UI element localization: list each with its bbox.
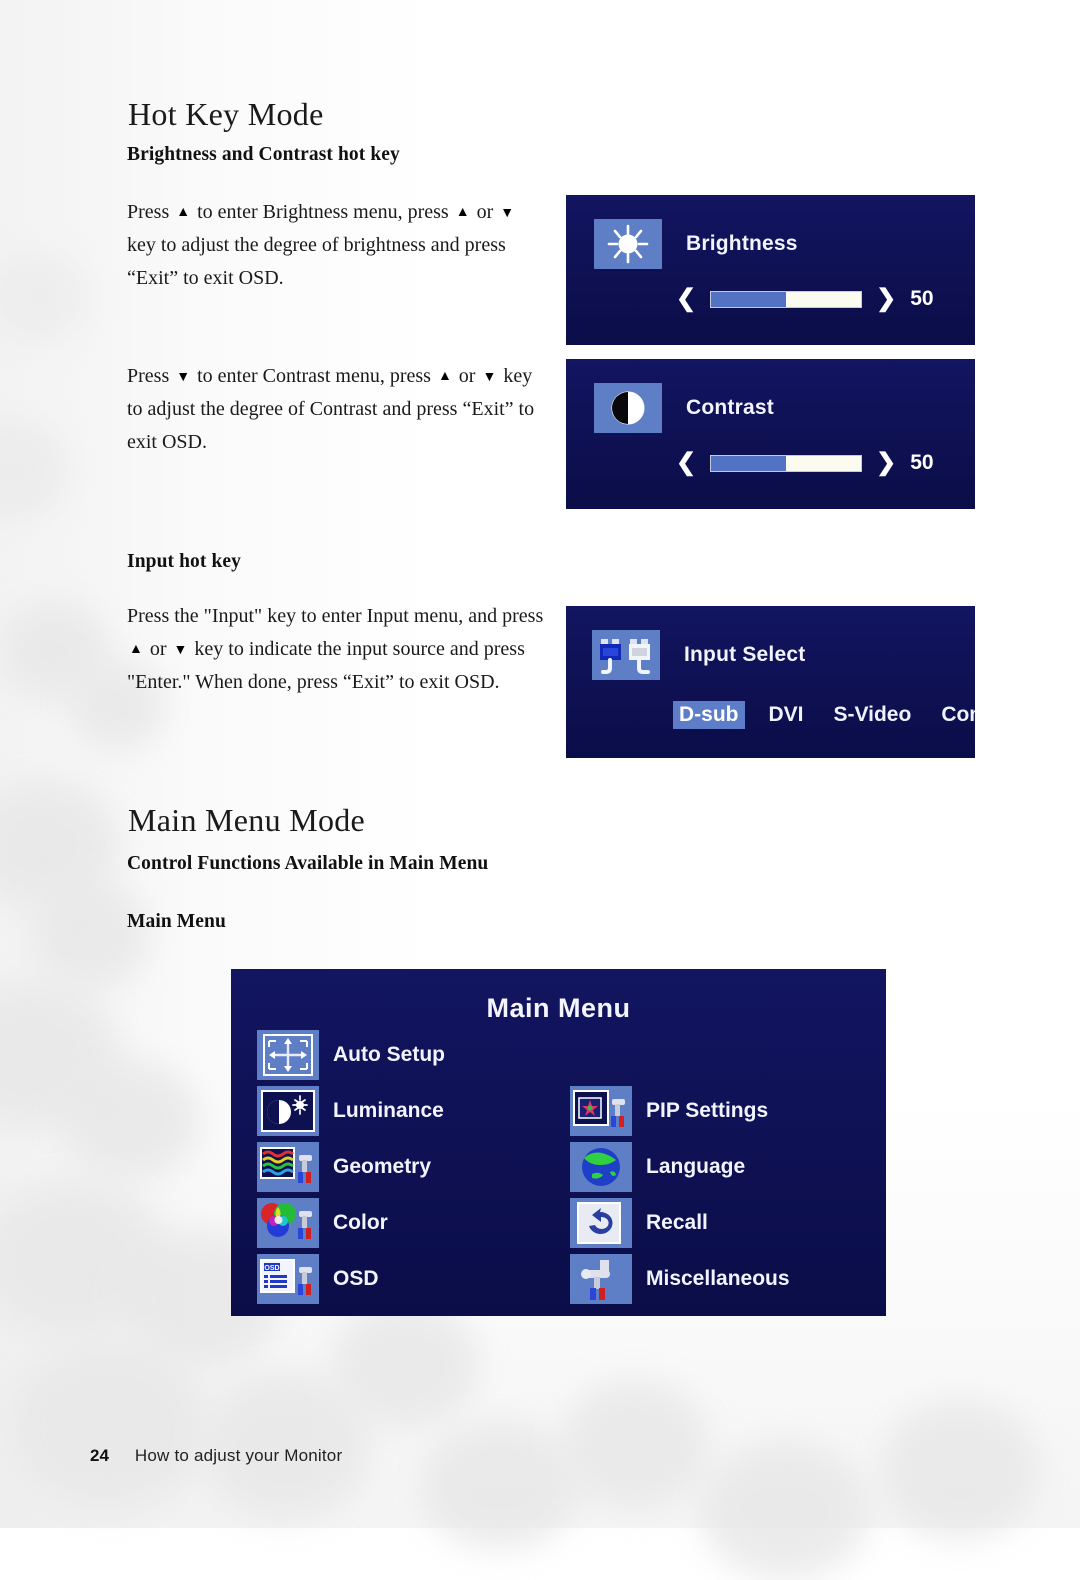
main-menu-item-osd[interactable]: OSD OSD	[257, 1251, 445, 1307]
osd-label-brightness: Brightness	[686, 232, 798, 255]
osd-panel-brightness: Brightness ❮ ❯ 50	[566, 195, 975, 345]
chevron-left-icon[interactable]: ❮	[676, 451, 696, 475]
main-menu-item-language[interactable]: Language	[570, 1139, 790, 1195]
contrast-circle-icon	[594, 383, 662, 433]
main-menu-item-geometry[interactable]: Geometry	[257, 1139, 445, 1195]
main-menu-item-color[interactable]: Color	[257, 1195, 445, 1251]
arrow-down-icon: ▼	[176, 370, 191, 385]
osd-panel-contrast: Contrast ❮ ❯ 50	[566, 359, 975, 509]
language-globe-icon	[570, 1142, 632, 1192]
subheading-control-functions: Control Functions Available in Main Menu	[127, 853, 489, 874]
brightness-value: 50	[910, 287, 934, 310]
arrow-up-icon: ▲	[437, 369, 452, 384]
luminance-icon	[257, 1086, 319, 1136]
osd-icon: OSD	[257, 1254, 319, 1304]
contrast-text-part1: Press	[127, 365, 170, 387]
brightness-text-part4: key to adjust the degree of brightness a…	[127, 234, 506, 289]
brightness-text-part2: to enter Brightness menu, press	[197, 201, 449, 223]
subheading-main-menu: Main Menu	[127, 911, 226, 932]
auto-setup-icon	[257, 1030, 319, 1080]
main-menu-item-luminance[interactable]: Luminance	[257, 1083, 445, 1139]
main-menu-left-column: Auto Setup Luminance Geometry Color OSD …	[257, 1027, 445, 1307]
main-menu-right-column: PIP Settings Language Recall Miscellaneo…	[570, 1083, 790, 1307]
contrast-slider-track[interactable]	[710, 454, 863, 472]
contrast-value: 50	[910, 451, 934, 474]
subheading-brightness-contrast: Brightness and Contrast hot key	[127, 144, 400, 165]
input-text-part2: or	[149, 638, 167, 660]
main-menu-label-osd: OSD	[333, 1267, 379, 1290]
miscellaneous-tool-icon	[570, 1254, 632, 1304]
contrast-instruction-paragraph: Press ▼ to enter Contrast menu, press ▲ …	[127, 360, 547, 459]
contrast-slider-fill	[711, 455, 787, 471]
input-instruction-paragraph: Press the "Input" key to enter Input men…	[127, 600, 552, 699]
main-menu-item-pip-settings[interactable]: PIP Settings	[570, 1083, 790, 1139]
sun-icon	[594, 219, 662, 269]
input-source-option-comp[interactable]: Comp.	[935, 701, 975, 729]
svg-text:OSD: OSD	[264, 1265, 279, 1272]
arrow-down-icon: ▼	[173, 643, 188, 658]
brightness-text-part1: Press	[127, 201, 170, 223]
input-source-options: D-sub DVI S-Video Comp.	[673, 701, 975, 729]
main-menu-label-color: Color	[333, 1211, 388, 1234]
chevron-left-icon[interactable]: ❮	[676, 287, 696, 311]
recall-arrow-icon	[570, 1198, 632, 1248]
connectors-icon	[592, 630, 660, 680]
contrast-slider[interactable]: ❮ ❯ 50	[676, 451, 934, 475]
osd-label-input-select: Input Select	[684, 643, 806, 666]
input-source-option-d-sub[interactable]: D-sub	[673, 701, 745, 729]
main-menu-label-recall: Recall	[646, 1211, 708, 1234]
main-menu-item-auto-setup[interactable]: Auto Setup	[257, 1027, 445, 1083]
contrast-text-part3: or	[458, 365, 476, 387]
page-number: 24	[90, 1446, 109, 1465]
osd-main-menu-title: Main Menu	[486, 993, 631, 1023]
arrow-up-icon: ▲	[455, 205, 470, 220]
page-title-hot-key-mode: Hot Key Mode	[128, 96, 324, 132]
main-menu-label-luminance: Luminance	[333, 1099, 444, 1122]
main-menu-label-geometry: Geometry	[333, 1155, 432, 1178]
main-menu-label-auto-setup: Auto Setup	[333, 1043, 445, 1066]
brightness-text-part3: or	[476, 201, 494, 223]
main-menu-label-pip-settings: PIP Settings	[646, 1099, 769, 1122]
arrow-down-icon: ▼	[500, 206, 515, 221]
main-menu-label-miscellaneous: Miscellaneous	[646, 1267, 790, 1290]
osd-panel-input-select: Input Select D-sub DVI S-Video Comp.	[566, 606, 975, 758]
main-menu-label-language: Language	[646, 1155, 746, 1178]
input-source-option-s-video[interactable]: S-Video	[828, 701, 918, 729]
arrow-up-icon: ▲	[176, 205, 191, 220]
color-icon	[257, 1198, 319, 1248]
footer-chapter-title: How to adjust your Monitor	[134, 1446, 343, 1465]
input-source-option-dvi[interactable]: DVI	[763, 701, 810, 729]
arrow-down-icon: ▼	[482, 370, 497, 385]
subheading-input-hot-key: Input hot key	[127, 551, 242, 572]
geometry-icon	[257, 1142, 319, 1192]
main-menu-item-miscellaneous[interactable]: Miscellaneous	[570, 1251, 790, 1307]
brightness-instruction-paragraph: Press ▲ to enter Brightness menu, press …	[127, 196, 547, 295]
osd-panel-main-menu: Main Menu Auto Setup Luminance Geometry …	[231, 969, 886, 1316]
page-footer: 24 How to adjust your Monitor	[90, 1446, 342, 1466]
chevron-right-icon[interactable]: ❯	[876, 451, 896, 475]
contrast-text-part2: to enter Contrast menu, press	[197, 365, 431, 387]
page-title-main-menu-mode: Main Menu Mode	[128, 802, 366, 838]
chevron-right-icon[interactable]: ❯	[876, 287, 896, 311]
arrow-up-icon: ▲	[129, 642, 143, 657]
pip-settings-icon	[570, 1086, 632, 1136]
brightness-slider-fill	[711, 291, 787, 307]
input-text-part1: Press the "Input" key to enter Input men…	[127, 605, 544, 627]
brightness-slider[interactable]: ❮ ❯ 50	[676, 287, 934, 311]
main-menu-item-recall[interactable]: Recall	[570, 1195, 790, 1251]
osd-label-contrast: Contrast	[686, 396, 774, 419]
brightness-slider-track[interactable]	[710, 290, 863, 308]
